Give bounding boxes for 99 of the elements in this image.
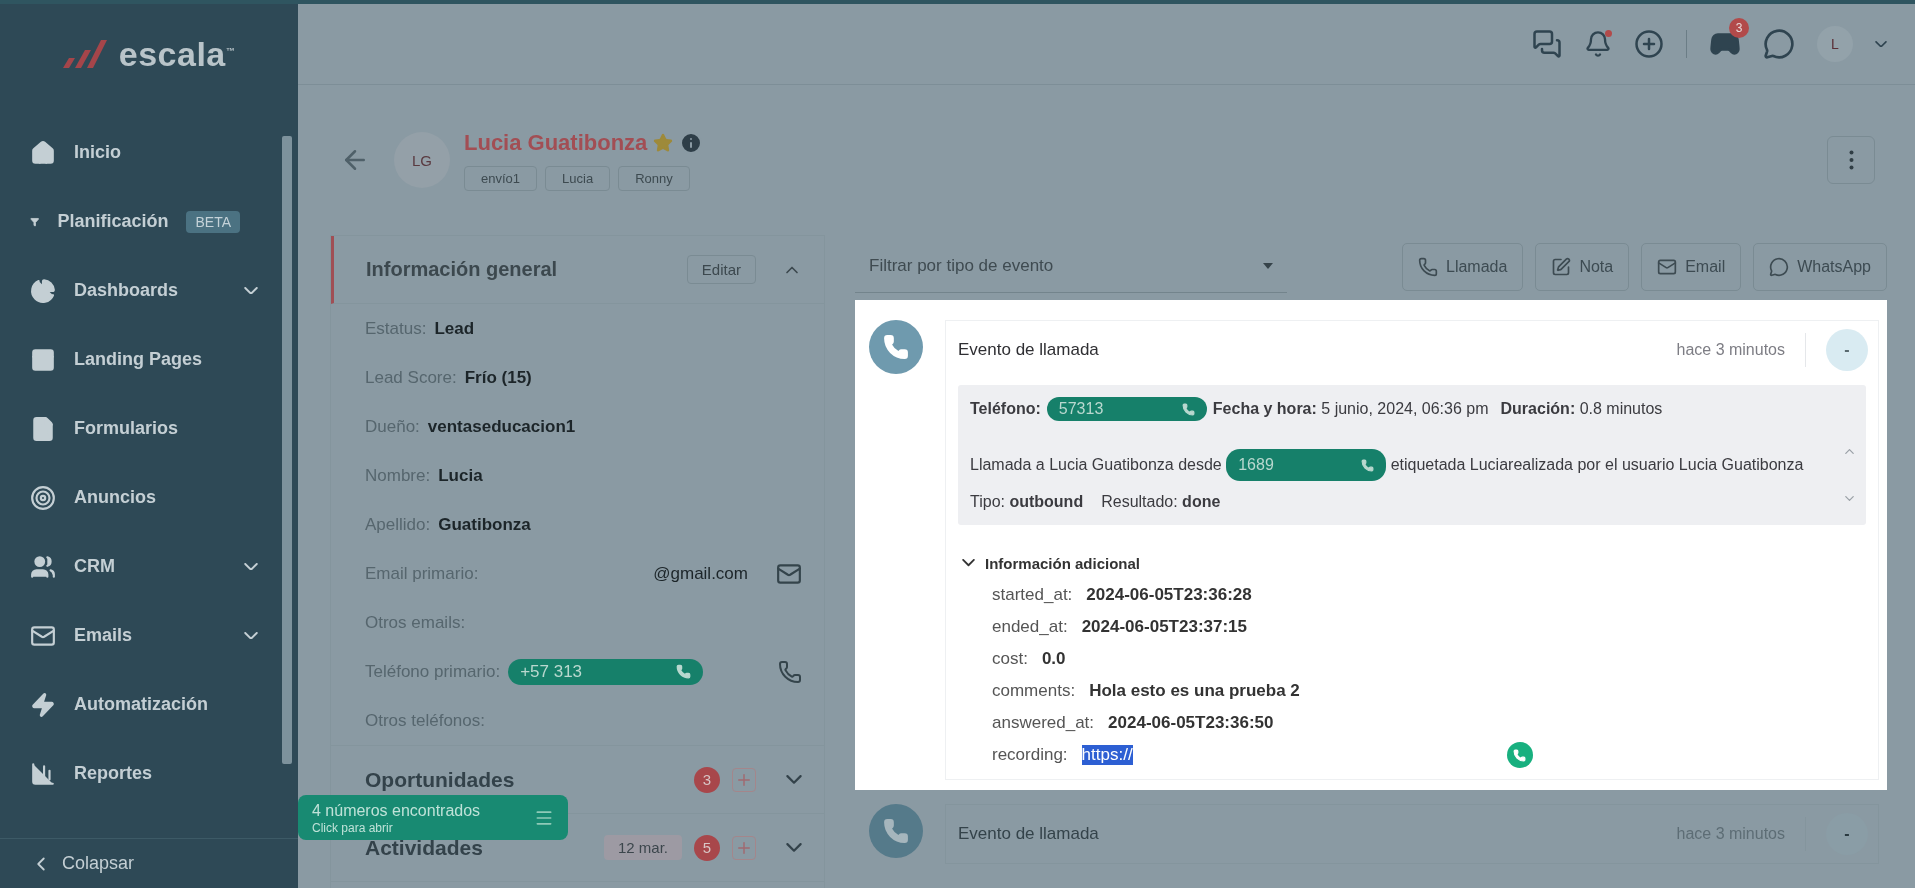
call-result: Resultado: done xyxy=(1101,493,1221,511)
phone-icon xyxy=(1181,402,1195,416)
event-title: Evento de llamada xyxy=(958,340,1100,360)
info-value: 0.0 xyxy=(1041,649,1066,669)
support-chat-icon[interactable] xyxy=(1763,28,1795,60)
scroll-up-icon[interactable] xyxy=(1845,449,1854,454)
logo-icon xyxy=(62,40,109,68)
user-avatar[interactable]: L xyxy=(1817,26,1853,62)
nav-item[interactable]: Anuncios xyxy=(0,463,298,532)
phone-glyph-icon xyxy=(1513,748,1527,762)
info-key: recording: xyxy=(992,745,1068,765)
info-key: cost: xyxy=(992,649,1028,669)
info-key: ended_at: xyxy=(992,617,1068,637)
nav-icon xyxy=(30,484,56,511)
field-value: @gmail.com xyxy=(653,563,748,584)
nav-icon xyxy=(30,553,56,580)
phone-chip[interactable]: 57313 xyxy=(1046,397,1207,421)
expand-icon[interactable] xyxy=(786,843,802,852)
beta-tag: BETA xyxy=(186,210,240,233)
phone-icon[interactable] xyxy=(778,659,802,684)
contact-avatar: LG xyxy=(394,132,450,188)
nav-icon xyxy=(30,760,56,787)
info-key: comments: xyxy=(992,681,1076,701)
collapse-button[interactable]: Colapsar xyxy=(0,838,298,888)
action-button[interactable]: Email xyxy=(1641,242,1742,291)
notification-count: 3 xyxy=(1729,18,1749,38)
phone-icon[interactable] xyxy=(1506,742,1533,768)
nav-icon xyxy=(30,139,56,166)
contact-name: Lucia Guatibonza xyxy=(464,129,648,156)
chat-icon xyxy=(1769,256,1790,277)
scroll-down-icon[interactable] xyxy=(1845,496,1854,501)
add-icon[interactable] xyxy=(1634,29,1664,59)
nav-icon xyxy=(30,346,56,373)
info-key: started_at: xyxy=(992,585,1073,605)
bell-icon[interactable] xyxy=(1584,30,1612,58)
phone-icon xyxy=(676,664,692,679)
info-value: 2024-06-05T23:37:15 xyxy=(1081,617,1248,637)
call-duration: Duración: 0.8 minutos xyxy=(1500,400,1663,418)
nav-item[interactable]: Landing Pages xyxy=(0,325,298,394)
info-value: 2024-06-05T23:36:28 xyxy=(1086,585,1252,605)
call-date: Fecha y hora: 5 junio, 2024, 06:36 pm xyxy=(1212,400,1489,418)
nav-icon xyxy=(30,415,56,442)
action-button[interactable]: Nota xyxy=(1535,242,1630,291)
info-value: Hola esto es una prueba 2 xyxy=(1089,681,1300,701)
contact-tag: Ronny xyxy=(618,165,690,191)
field-value: Lucia xyxy=(438,465,483,486)
call-type: Tipo: outbound xyxy=(970,493,1084,511)
field-value: Lead xyxy=(434,318,475,339)
info-value: https:// xyxy=(1081,745,1133,765)
toast-subtitle: Click para abrir xyxy=(312,820,394,835)
phone-icon xyxy=(869,804,923,858)
nav-item[interactable]: Reportes xyxy=(0,739,298,808)
nav-item[interactable]: Inicio xyxy=(0,118,298,187)
nav-item[interactable]: CRM xyxy=(0,532,298,601)
event-filter-dropdown[interactable]: Filtrar por tipo de evento xyxy=(855,240,1287,293)
edit-button[interactable]: Editar xyxy=(686,255,756,284)
date-tag: 12 mar. xyxy=(603,835,682,860)
field-value: Guatibonza xyxy=(438,514,531,535)
more-icon xyxy=(1848,150,1854,170)
count-badge: 3 xyxy=(694,766,720,793)
event-menu-button[interactable]: - xyxy=(1826,329,1868,371)
contact-tag: envío1 xyxy=(464,165,538,191)
contact-tag: Lucia xyxy=(545,165,611,191)
nav-icon xyxy=(30,277,56,304)
nav-item[interactable]: Formularios xyxy=(0,394,298,463)
event-time: hace 3 minutos xyxy=(1676,333,1806,367)
count-badge: 5 xyxy=(694,834,720,861)
expand-icon[interactable] xyxy=(786,775,802,784)
section-title: Oportunidades xyxy=(365,767,516,792)
notification-dot xyxy=(1605,30,1612,37)
nav-item[interactable]: Automatización xyxy=(0,670,298,739)
action-button[interactable]: WhatsApp xyxy=(1753,242,1887,291)
nav-item[interactable]: Dashboards xyxy=(0,256,298,325)
info-value: 2024-06-05T23:36:50 xyxy=(1108,713,1274,733)
nav-item[interactable]: Planificación BETA xyxy=(0,187,298,256)
chat-icon[interactable] xyxy=(1532,29,1562,59)
info-key: answered_at: xyxy=(992,713,1095,733)
phone-icon xyxy=(1418,256,1438,277)
action-button[interactable]: Llamada xyxy=(1402,242,1524,291)
additional-info-toggle[interactable]: Información adicional xyxy=(962,547,1866,579)
nav-item[interactable]: Emails xyxy=(0,601,298,670)
toast-title: 4 números encontrados xyxy=(312,800,482,820)
event-title: Evento de llamada xyxy=(958,824,1100,844)
scrollbar[interactable] xyxy=(282,136,292,764)
phone-chip[interactable]: 1689 xyxy=(1226,449,1387,481)
chevron-icon xyxy=(962,559,975,567)
star-icon[interactable] xyxy=(653,132,674,153)
pencil-icon xyxy=(1551,256,1572,277)
caret-icon[interactable] xyxy=(1875,40,1887,48)
logo-text: escala$^{™}$ xyxy=(118,34,236,74)
nav-icon xyxy=(30,691,56,718)
phone-chip[interactable]: +57 313 xyxy=(508,658,704,685)
phone-icon xyxy=(1361,458,1375,472)
toast[interactable]: 4 números encontrados Click para abrir xyxy=(298,795,568,840)
field-value: Frío (15) xyxy=(464,367,532,388)
phone-icon xyxy=(869,320,923,374)
field-value: ventaseducacion1 xyxy=(427,416,576,437)
section-title: Información general xyxy=(366,258,559,281)
phone-label: Teléfono: xyxy=(970,400,1041,418)
